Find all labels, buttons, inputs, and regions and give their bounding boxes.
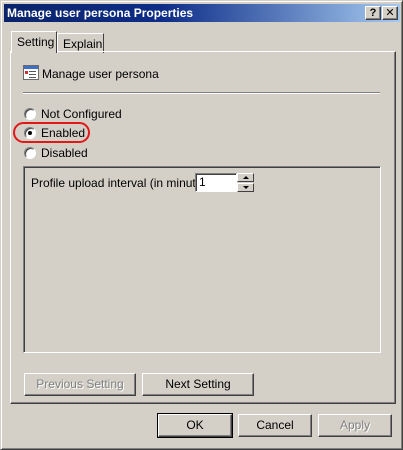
policy-name: Manage user persona — [42, 67, 159, 81]
profile-upload-interval-label: Profile upload interval (in minutes): — [31, 176, 216, 190]
ok-button[interactable]: OK — [157, 413, 233, 438]
spin-up-arrow-icon[interactable] — [237, 173, 254, 182]
separator — [23, 92, 380, 94]
window-title: Manage user persona Properties — [7, 6, 194, 20]
options-panel — [23, 166, 381, 353]
interval-spinner — [237, 173, 254, 192]
radio-button[interactable] — [24, 147, 36, 159]
tab-explain[interactable]: Explain — [57, 33, 104, 53]
tab-explain-label: Explain — [63, 37, 103, 51]
title-bar[interactable]: Manage user persona Properties ? ✕ — [4, 4, 400, 22]
profile-upload-interval-input[interactable]: 1 — [195, 173, 237, 192]
apply-button[interactable]: Apply — [318, 414, 392, 437]
radio-not-configured-label: Not Configured — [41, 107, 122, 121]
help-button[interactable]: ? — [365, 6, 381, 20]
radio-disabled-label: Disabled — [41, 146, 88, 160]
red-highlight-annotation — [13, 122, 90, 143]
tab-setting-label: Setting — [17, 35, 55, 49]
spin-down-arrow-icon[interactable] — [237, 183, 254, 192]
tab-setting[interactable]: Setting — [11, 31, 57, 53]
radio-button[interactable] — [24, 108, 36, 120]
next-setting-button[interactable]: Next Setting — [142, 373, 254, 396]
cancel-button[interactable]: Cancel — [238, 414, 312, 437]
close-button[interactable]: ✕ — [382, 6, 398, 20]
policy-document-icon — [23, 65, 39, 80]
previous-setting-button[interactable]: Previous Setting — [24, 373, 136, 396]
